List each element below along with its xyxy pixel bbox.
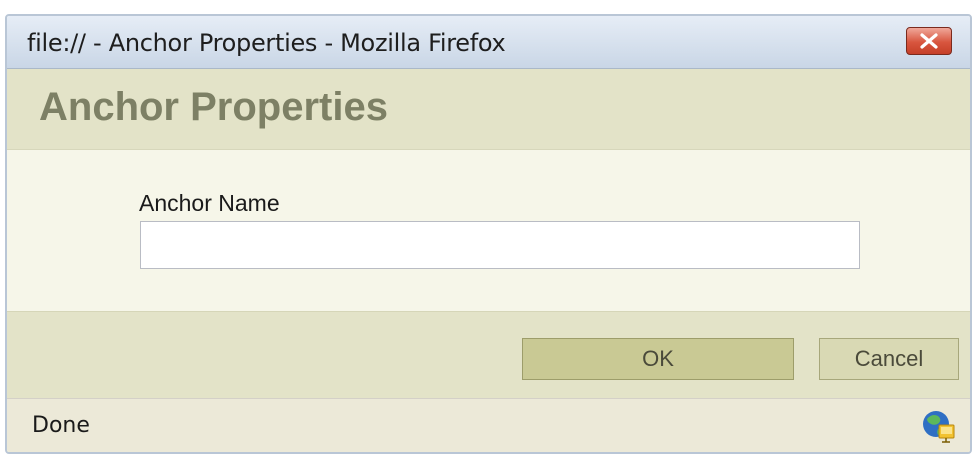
cancel-button[interactable]: Cancel [819, 338, 959, 380]
status-bar: Done [7, 398, 970, 452]
status-text: Done [32, 413, 90, 438]
anchor-name-input[interactable] [140, 221, 860, 269]
title-bar[interactable]: file:// - Anchor Properties - Mozilla Fi… [7, 16, 970, 69]
dialog-window: file:// - Anchor Properties - Mozilla Fi… [5, 14, 972, 454]
close-icon [920, 33, 938, 49]
dialog-content: Anchor Name [7, 150, 970, 310]
button-bar: OK Cancel [7, 311, 970, 398]
window-title: file:// - Anchor Properties - Mozilla Fi… [27, 29, 506, 57]
dialog-header: Anchor Properties [7, 69, 970, 150]
ok-button[interactable]: OK [522, 338, 794, 380]
close-button[interactable] [906, 27, 952, 55]
anchor-name-label: Anchor Name [139, 190, 280, 216]
dialog-heading: Anchor Properties [39, 85, 388, 129]
network-globe-icon[interactable] [920, 407, 958, 445]
